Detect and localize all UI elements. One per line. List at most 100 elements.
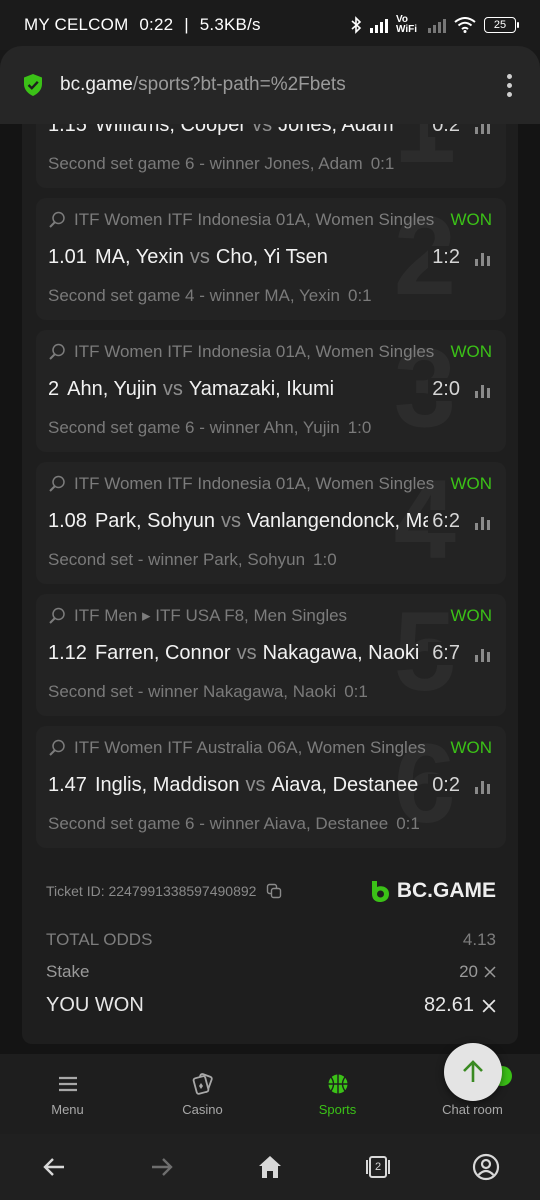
- forward-button[interactable]: [142, 1147, 182, 1187]
- vs-label: vs: [245, 774, 266, 796]
- tennis-icon: [49, 211, 65, 228]
- bet-match: 1.01 MA, Yexin vs Cho, Yi Tsen: [48, 246, 448, 269]
- carrier: MY CELCOM: [24, 15, 129, 34]
- system-nav-bar: 2: [0, 1134, 540, 1200]
- bet-market: Second set game 6 - winner Ahn, Yujin 1:0: [48, 418, 372, 437]
- bet-league: ITF Women ITF Indonesia 01A, Women Singl…: [48, 342, 440, 362]
- cards-icon: [192, 1072, 213, 1095]
- bet-card[interactable]: 1 1.15Williams, CoopervsJones, Adam 0:2 …: [36, 124, 506, 188]
- bet-status: WON: [450, 738, 492, 757]
- market-result: 0:1: [396, 814, 420, 833]
- bet-card[interactable]: 4 ITF Women ITF Indonesia 01A, Women Sin…: [36, 462, 506, 584]
- bet-odds: 1.12: [48, 642, 87, 664]
- bet-odds: 1.01: [48, 246, 87, 268]
- bet-match: 1.08 Park, Sohyun vs Vanlangendonck, Magali: [48, 510, 448, 533]
- basketball-icon: [328, 1074, 347, 1093]
- bet-status: WON: [450, 342, 492, 361]
- stats-icon[interactable]: [475, 252, 490, 266]
- bet-match: 1.12 Farren, Connor vs Nakagawa, Naoki: [48, 642, 448, 665]
- vs-label: vs: [221, 510, 242, 532]
- stats-icon[interactable]: [475, 124, 490, 134]
- bet-card[interactable]: 2 ITF Women ITF Indonesia 01A, Women Sin…: [36, 198, 506, 320]
- away-player: Vanlangendonck, Magali: [247, 510, 448, 532]
- clock: 0:22: [139, 15, 174, 34]
- back-button[interactable]: [34, 1147, 74, 1187]
- brand-logo: BC.GAME: [369, 879, 496, 903]
- stats-icon[interactable]: [475, 516, 490, 530]
- url-text[interactable]: bc.game/sports?bt-path=%2Fbets: [60, 74, 501, 96]
- vs-label: vs: [162, 378, 183, 400]
- signal-2-icon: [428, 17, 446, 33]
- status-bar: MY CELCOM 0:22 | 5.3KB/s Vo WiFi 25: [0, 0, 540, 50]
- ticket-id: Ticket ID: 2247991338597490892: [46, 883, 257, 899]
- away-player: Jones, Adam: [278, 124, 394, 136]
- profile-button[interactable]: [466, 1147, 506, 1187]
- stake-value: 20: [459, 962, 478, 981]
- tabs-button[interactable]: 2: [358, 1147, 398, 1187]
- bet-card[interactable]: 5 ITF Men ▸ ITF USA F8, Men Singles WON …: [36, 594, 506, 716]
- bet-slip-content: 1 1.15Williams, CoopervsJones, Adam 0:2 …: [0, 124, 540, 1054]
- bet-league: ITF Men ▸ ITF USA F8, Men Singles: [48, 606, 440, 626]
- bet-league: ITF Women ITF Indonesia 01A, Women Singl…: [48, 474, 440, 494]
- bet-market: Second set game 6 - winner Jones, Adam 0:…: [48, 154, 395, 173]
- tennis-icon: [49, 607, 65, 624]
- total-odds-row: TOTAL ODDS 4.13: [46, 930, 496, 950]
- bet-score: 0:2: [428, 124, 460, 137]
- total-odds-label: TOTAL ODDS: [46, 930, 153, 949]
- home-button[interactable]: [250, 1147, 290, 1187]
- bet-score: 6:7: [428, 642, 460, 665]
- bet-card[interactable]: 3 ITF Women ITF Indonesia 01A, Women Sin…: [36, 330, 506, 452]
- bet-match: 1.15 Williams, Cooper vs Jones, Adam: [48, 124, 448, 137]
- url-path: /sports?bt-path=%2Fbets: [132, 74, 346, 95]
- bet-card[interactable]: 6 ITF Women ITF Australia 06A, Women Sin…: [36, 726, 506, 848]
- bet-odds: 1.15: [48, 124, 87, 136]
- away-player: Aiava, Destanee: [271, 774, 419, 796]
- tennis-icon: [49, 739, 65, 756]
- currency-x-icon: [482, 999, 496, 1012]
- arrow-right-icon: [152, 1158, 173, 1176]
- home-player: Park, Sohyun: [94, 510, 216, 532]
- home-player: Farren, Connor: [94, 642, 231, 664]
- nav-casino[interactable]: Casino: [135, 1054, 270, 1134]
- total-odds-value: 4.13: [462, 930, 496, 949]
- brand-name: BC.GAME: [396, 879, 496, 902]
- bet-score: 0:2: [428, 774, 460, 797]
- ticket-id-row: Ticket ID: 2247991338597490892 BC.GAME: [46, 876, 496, 906]
- account-icon: [472, 1153, 500, 1181]
- bet-league: ITF Women ITF Australia 06A, Women Singl…: [48, 738, 440, 758]
- copy-icon[interactable]: [266, 883, 282, 899]
- bet-status: WON: [450, 474, 492, 493]
- stats-icon[interactable]: [475, 780, 490, 794]
- status-right: Vo WiFi 25: [350, 15, 519, 35]
- nav-sports[interactable]: Sports: [270, 1054, 405, 1134]
- bet-market: Second set game 6 - winner Aiava, Destan…: [48, 814, 420, 833]
- more-menu-icon[interactable]: [501, 70, 518, 101]
- home-icon: [259, 1156, 281, 1178]
- stats-icon[interactable]: [475, 648, 490, 662]
- away-player: Cho, Yi Tsen: [215, 246, 328, 268]
- bet-score: 2:0: [428, 378, 460, 401]
- bet-score: 6:2: [428, 510, 460, 533]
- stats-icon[interactable]: [475, 384, 490, 398]
- bet-match: 2 Ahn, Yujin vs Yamazaki, Ikumi: [48, 378, 448, 401]
- bet-score: 1:2: [428, 246, 460, 269]
- vs-label: vs: [189, 246, 210, 268]
- battery-level: 25: [493, 19, 507, 31]
- browser-url-bar[interactable]: bc.game/sports?bt-path=%2Fbets: [0, 46, 540, 124]
- scroll-to-top-button[interactable]: [444, 1043, 502, 1101]
- won-value: 82.61: [423, 994, 474, 1016]
- bet-match: 1.47 Inglis, Maddison vs Aiava, Destanee: [48, 774, 448, 797]
- bet-market: Second set game 4 - winner MA, Yexin 0:1: [48, 286, 372, 305]
- nav-sports-label: Sports: [318, 1101, 357, 1117]
- vs-label: vs: [252, 124, 273, 136]
- tabs-count: 2: [374, 1161, 382, 1173]
- nav-menu[interactable]: Menu: [0, 1054, 135, 1134]
- currency-x-icon: [484, 966, 496, 978]
- arrow-left-icon: [43, 1158, 64, 1176]
- home-player: Ahn, Yujin: [67, 378, 157, 400]
- bluetooth-icon: [351, 16, 362, 34]
- home-player: MA, Yexin: [94, 246, 184, 268]
- status-left: MY CELCOM 0:22 | 5.3KB/s: [24, 15, 350, 35]
- stake-row: Stake 20: [46, 962, 496, 982]
- bet-market: Second set - winner Nakagawa, Naoki 0:1: [48, 682, 368, 701]
